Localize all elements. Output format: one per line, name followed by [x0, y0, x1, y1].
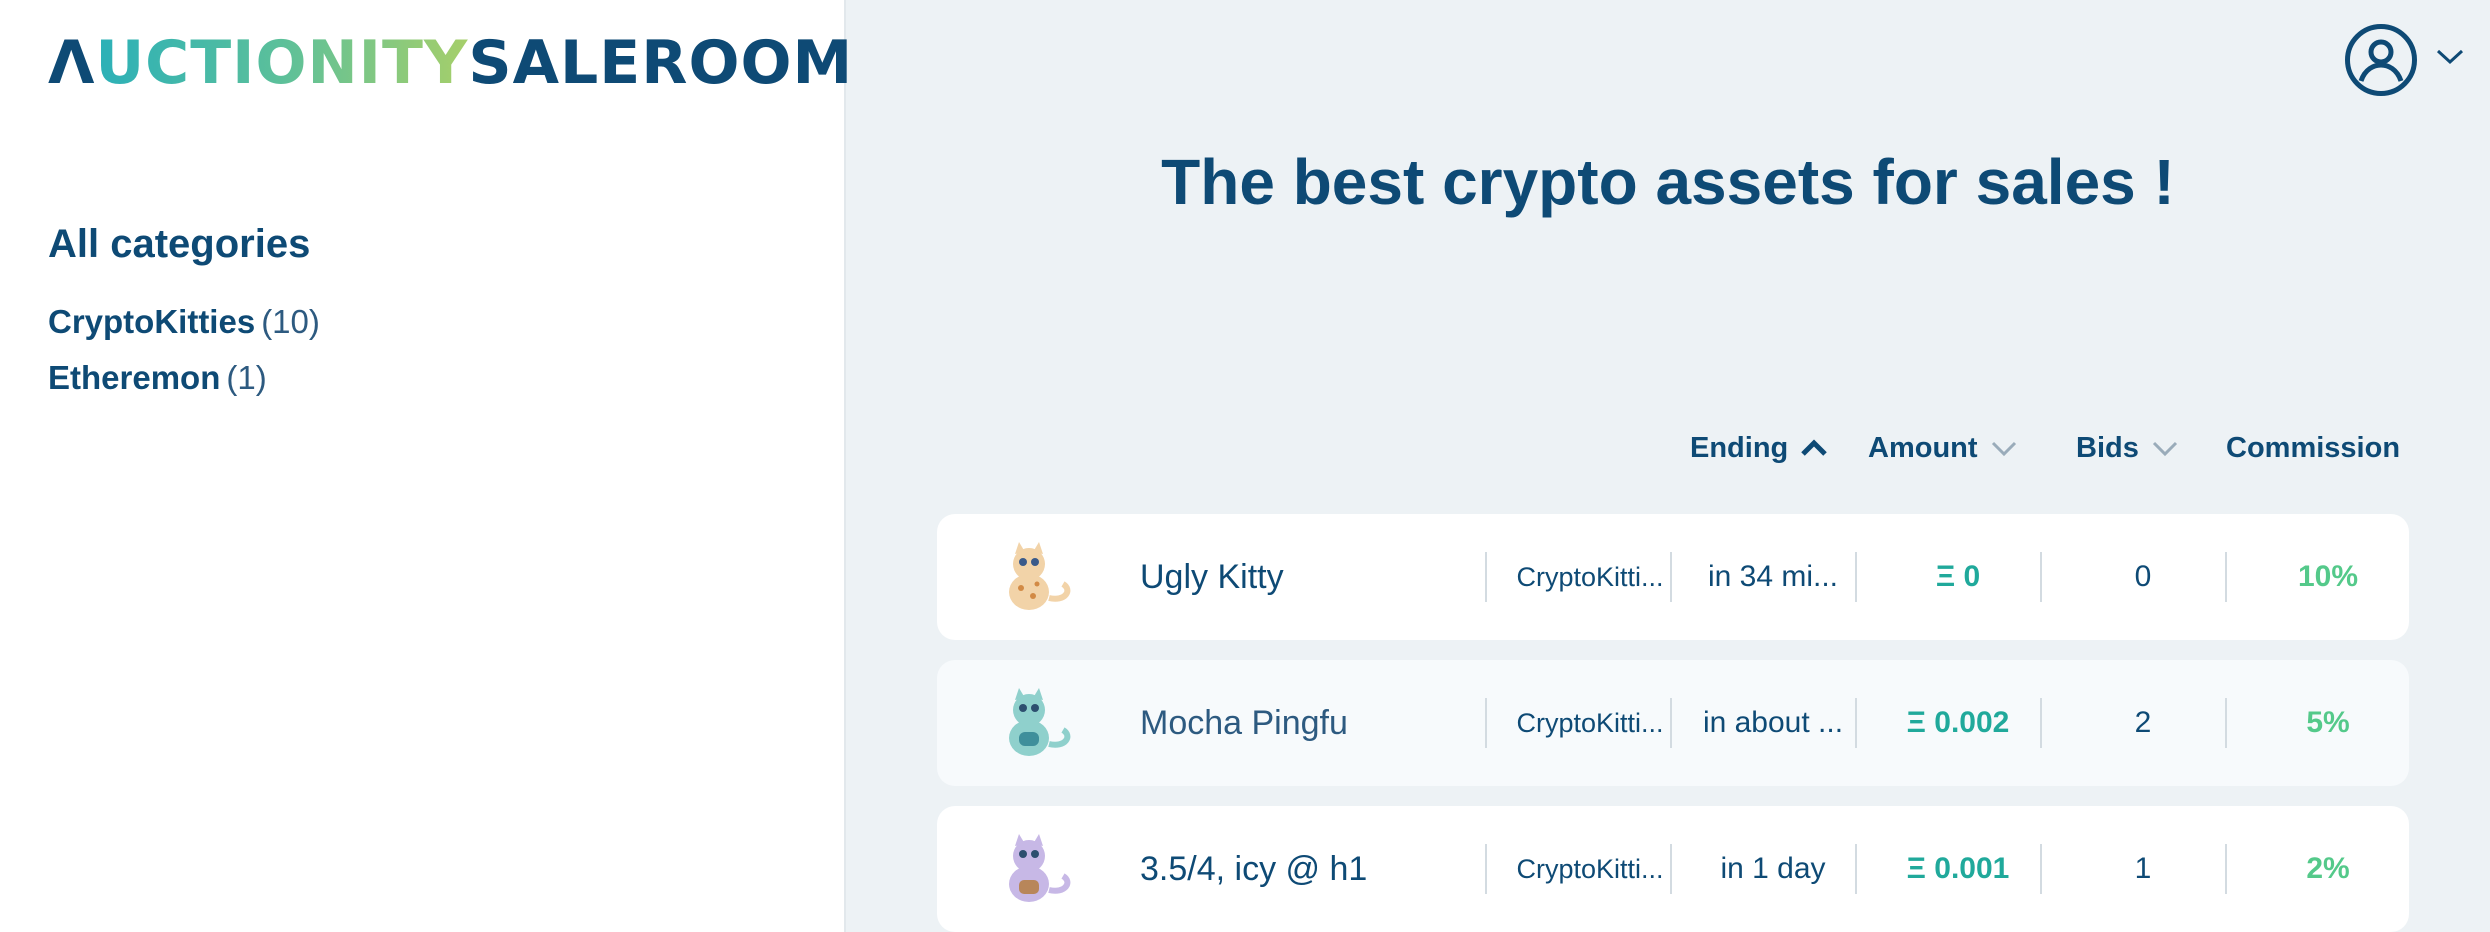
divider	[2225, 698, 2227, 748]
auction-row[interactable]: Ugly Kitty CryptoKitti... in 34 mi... Ξ …	[937, 514, 2409, 640]
logo-word-auctionity: UCTIONITY	[95, 28, 469, 98]
divider	[1485, 844, 1487, 894]
divider	[2040, 552, 2042, 602]
divider	[2040, 698, 2042, 748]
category-item-cryptokitties[interactable]: CryptoKitties (10)	[48, 294, 320, 350]
auction-category: CryptoKitti...	[1516, 708, 1664, 738]
auction-row[interactable]: Mocha Pingfu CryptoKitti... in about ...…	[937, 660, 2409, 786]
divider	[1855, 552, 1857, 602]
auction-category: CryptoKitti...	[1516, 562, 1664, 592]
auction-ending: in about ...	[1702, 706, 1844, 739]
all-categories-heading[interactable]: All categories	[48, 222, 310, 267]
divider	[1485, 552, 1487, 602]
divider	[1670, 698, 1672, 748]
auction-title[interactable]: 3.5/4, icy @ h1	[1140, 806, 1367, 932]
auction-bids: 0	[2134, 560, 2152, 593]
auction-amount: Ξ 0	[1935, 560, 1981, 593]
auction-title[interactable]: Ugly Kitty	[1140, 514, 1284, 640]
auction-commission: 10%	[2297, 560, 2359, 593]
category-item-etheremon[interactable]: Etheremon (1)	[48, 350, 320, 406]
sort-label: Commission	[2226, 431, 2401, 464]
category-name: Etheremon	[48, 359, 221, 396]
auction-category: CryptoKitti...	[1516, 854, 1664, 884]
sort-bids-button[interactable]: Bids	[2076, 428, 2179, 468]
category-list: CryptoKitties (10) Etheremon (1)	[48, 294, 320, 406]
auction-ending: in 1 day	[1720, 852, 1826, 885]
divider	[2225, 552, 2227, 602]
kitty-thumbnail	[1009, 834, 1071, 902]
sort-ending-button[interactable]: Ending	[1690, 428, 1828, 468]
page-title: The best crypto assets for sales !	[1161, 146, 2175, 218]
category-name: CryptoKitties	[48, 303, 256, 340]
kitty-thumbnail	[1009, 688, 1071, 756]
auction-bids: 1	[2134, 852, 2152, 885]
divider	[1670, 844, 1672, 894]
chevron-down-icon[interactable]	[2435, 48, 2465, 66]
auctionity-logo[interactable]: ΛUCTIONITYSALEROOM	[48, 28, 853, 98]
sort-commission-button[interactable]: Commission	[2226, 428, 2400, 468]
sidebar: ΛUCTIONITYSALEROOM All categories Crypto…	[0, 0, 852, 932]
auction-title[interactable]: Mocha Pingfu	[1140, 660, 1348, 786]
auction-commission: 5%	[2306, 706, 2350, 739]
logo-word-saleroom: SALEROOM	[468, 28, 854, 98]
user-avatar-button[interactable]	[2345, 24, 2417, 96]
category-count: (1)	[226, 359, 267, 396]
sort-label: Amount	[1868, 431, 1978, 464]
auction-commission: 2%	[2306, 852, 2350, 885]
user-circle-icon	[2358, 39, 2404, 82]
chevron-down-icon	[2152, 441, 2177, 457]
divider	[1855, 844, 1857, 894]
auction-amount: Ξ 0.001	[1906, 852, 2010, 885]
sort-label: Ending	[1690, 431, 1789, 464]
auction-ending: in 34 mi...	[1707, 560, 1839, 593]
divider	[1670, 552, 1672, 602]
auction-amount: Ξ 0.002	[1906, 706, 2010, 739]
chevron-down-icon	[1991, 441, 2016, 457]
chevron-up-icon	[1801, 439, 1828, 456]
auction-row[interactable]: 3.5/4, icy @ h1 CryptoKitti... in 1 day …	[937, 806, 2409, 932]
sort-amount-button[interactable]: Amount	[1868, 428, 2018, 468]
divider	[1855, 698, 1857, 748]
divider	[2040, 844, 2042, 894]
logo-mark: Λ	[48, 28, 96, 98]
category-count: (10)	[261, 303, 320, 340]
divider	[2225, 844, 2227, 894]
kitty-thumbnail	[1009, 542, 1071, 610]
auction-bids: 2	[2134, 706, 2152, 739]
sort-label: Bids	[2076, 431, 2139, 464]
divider	[1485, 698, 1487, 748]
